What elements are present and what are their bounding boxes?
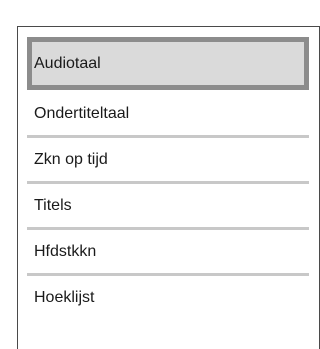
menu-item-label: Audiotaal bbox=[34, 54, 101, 72]
menu-item-hoeklijst[interactable]: Hoeklijst bbox=[27, 276, 309, 319]
menu-list: Audiotaal Ondertiteltaal Zkn op tijd Tit… bbox=[27, 37, 309, 319]
menu-item-label: Hoeklijst bbox=[34, 288, 95, 306]
menu-item-ondertiteltaal[interactable]: Ondertiteltaal bbox=[27, 92, 309, 135]
menu-item-titels[interactable]: Titels bbox=[27, 184, 309, 227]
menu-item-label: Ondertiteltaal bbox=[34, 104, 130, 122]
menu-item-label: Titels bbox=[34, 196, 72, 214]
menu-item-zkn-op-tijd[interactable]: Zkn op tijd bbox=[27, 138, 309, 181]
menu-item-audiotaal[interactable]: Audiotaal bbox=[27, 37, 309, 90]
menu-item-label: Hfdstkkn bbox=[34, 242, 97, 260]
menu-item-label: Zkn op tijd bbox=[34, 150, 108, 168]
menu-item-hfdstkkn[interactable]: Hfdstkkn bbox=[27, 230, 309, 273]
